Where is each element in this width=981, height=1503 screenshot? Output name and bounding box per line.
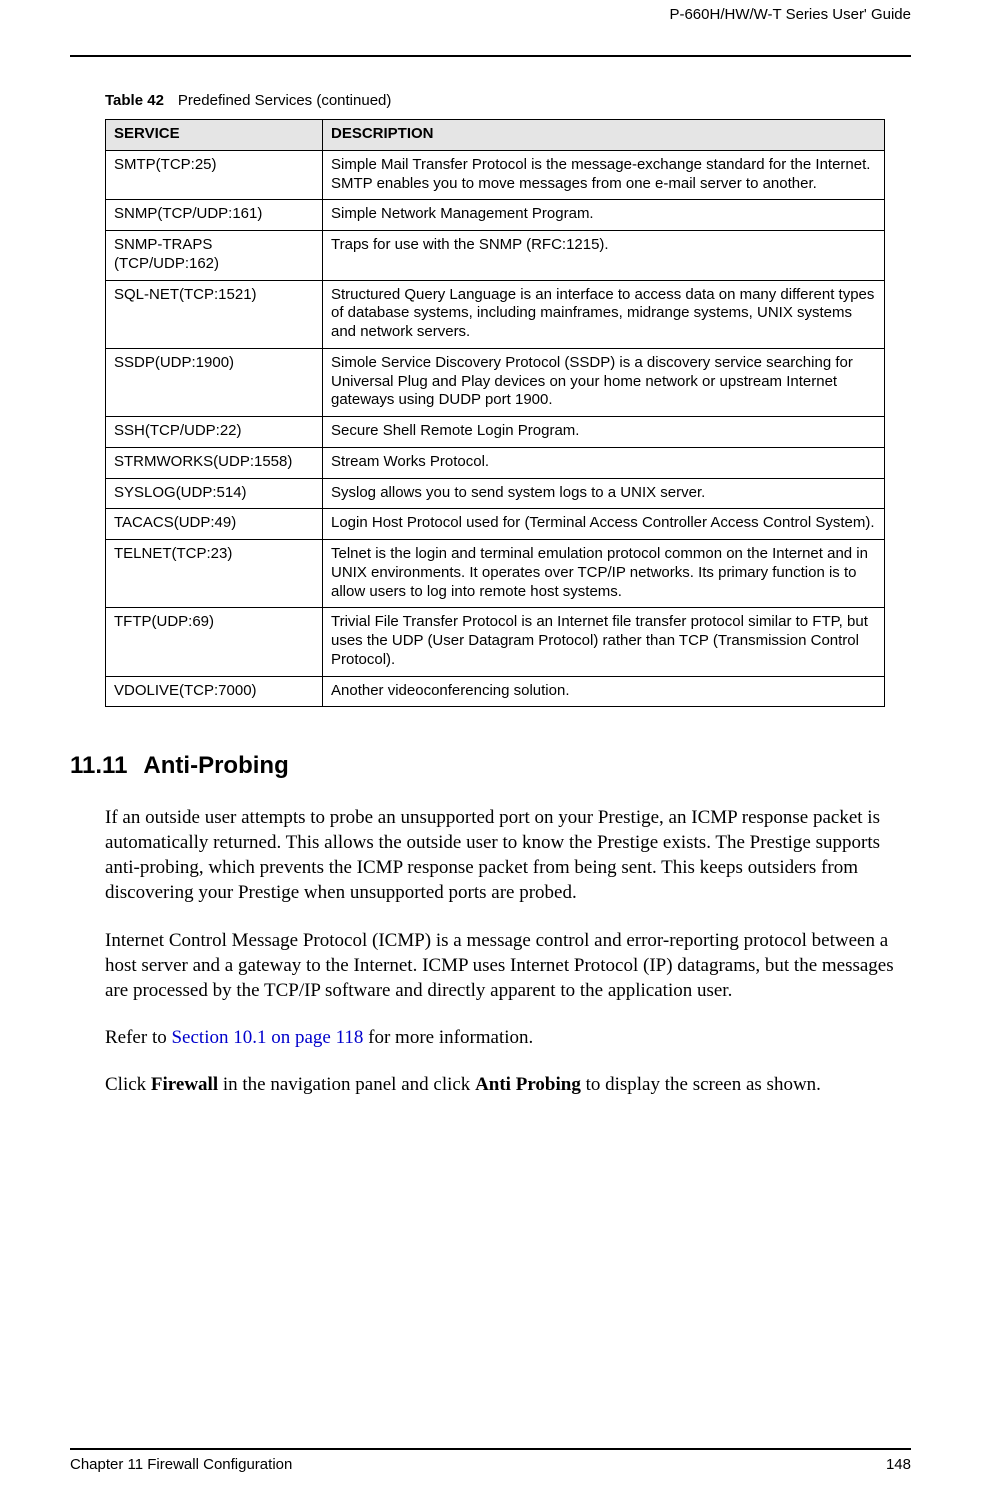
page-footer: Chapter 11 Firewall Configuration 148 (70, 1448, 911, 1473)
paragraph-1: If an outside user attempts to probe an … (105, 805, 911, 905)
cell-service: SSH(TCP/UDP:22) (106, 417, 323, 448)
bold-text: Firewall (151, 1074, 218, 1095)
table-caption-text: Predefined Services (continued) (178, 92, 391, 109)
section-title: Anti-Probing (143, 752, 288, 779)
table-header-row: SERVICE DESCRIPTION (106, 120, 885, 151)
cell-description: Trivial File Transfer Protocol is an Int… (323, 608, 885, 676)
col-header-description: DESCRIPTION (323, 120, 885, 151)
paragraph-3: Refer to Section 10.1 on page 118 for mo… (105, 1025, 911, 1050)
table-row: SNMP(TCP/UDP:161) Simple Network Managem… (106, 200, 885, 231)
cell-description: Traps for use with the SNMP (RFC:1215). (323, 231, 885, 281)
cell-service: TELNET(TCP:23) (106, 540, 323, 608)
table-row: TELNET(TCP:23) Telnet is the login and t… (106, 540, 885, 608)
cell-description: Secure Shell Remote Login Program. (323, 417, 885, 448)
cell-description: Telnet is the login and terminal emulati… (323, 540, 885, 608)
cell-service: VDOLIVE(TCP:7000) (106, 676, 323, 707)
footer-rule (70, 1448, 911, 1450)
table-row: TFTP(UDP:69) Trivial File Transfer Proto… (106, 608, 885, 676)
cell-service: SYSLOG(UDP:514) (106, 478, 323, 509)
text-fragment: for more information. (363, 1027, 533, 1048)
header-rule (70, 55, 911, 57)
table-row: SYSLOG(UDP:514) Syslog allows you to sen… (106, 478, 885, 509)
cell-service: SQL-NET(TCP:1521) (106, 280, 323, 348)
paragraph-4: Click Firewall in the navigation panel a… (105, 1072, 911, 1097)
page-container: P-660H/HW/W-T Series User' Guide Table 4… (0, 0, 981, 1503)
page-header: P-660H/HW/W-T Series User' Guide (70, 0, 911, 57)
bold-text: Anti Probing (475, 1074, 581, 1095)
text-fragment: in the navigation panel and click (218, 1074, 475, 1095)
cell-service: SMTP(TCP:25) (106, 150, 323, 200)
cell-description: Structured Query Language is an interfac… (323, 280, 885, 348)
table-row: SMTP(TCP:25) Simple Mail Transfer Protoc… (106, 150, 885, 200)
table-caption: Table 42 Predefined Services (continued) (105, 92, 911, 109)
cell-service: STRMWORKS(UDP:1558) (106, 447, 323, 478)
cell-description: Simole Service Discovery Protocol (SSDP)… (323, 348, 885, 416)
table-row: SSH(TCP/UDP:22) Secure Shell Remote Logi… (106, 417, 885, 448)
cross-reference-link[interactable]: Section 10.1 on page 118 (171, 1027, 363, 1048)
cell-description: Another videoconferencing solution. (323, 676, 885, 707)
col-header-service: SERVICE (106, 120, 323, 151)
predefined-services-table: SERVICE DESCRIPTION SMTP(TCP:25) Simple … (105, 119, 885, 707)
cell-service: SSDP(UDP:1900) (106, 348, 323, 416)
table-row: SQL-NET(TCP:1521) Structured Query Langu… (106, 280, 885, 348)
cell-service: SNMP(TCP/UDP:161) (106, 200, 323, 231)
footer-page-number: 148 (886, 1456, 911, 1473)
section-number: 11.11 (70, 752, 127, 779)
paragraph-2: Internet Control Message Protocol (ICMP)… (105, 928, 911, 1003)
cell-description: Simple Mail Transfer Protocol is the mes… (323, 150, 885, 200)
cell-description: Stream Works Protocol. (323, 447, 885, 478)
cell-service: TACACS(UDP:49) (106, 509, 323, 540)
table-row: SNMP-TRAPS (TCP/UDP:162) Traps for use w… (106, 231, 885, 281)
section-heading: 11.11 Anti-Probing (70, 752, 911, 780)
footer-row: Chapter 11 Firewall Configuration 148 (70, 1456, 911, 1473)
cell-description: Login Host Protocol used for (Terminal A… (323, 509, 885, 540)
cell-service: SNMP-TRAPS (TCP/UDP:162) (106, 231, 323, 281)
table-row: TACACS(UDP:49) Login Host Protocol used … (106, 509, 885, 540)
guide-title: P-660H/HW/W-T Series User' Guide (70, 0, 911, 27)
footer-chapter: Chapter 11 Firewall Configuration (70, 1456, 292, 1473)
text-fragment: Refer to (105, 1027, 171, 1048)
cell-description: Simple Network Management Program. (323, 200, 885, 231)
text-fragment: to display the screen as shown. (581, 1074, 821, 1095)
table-row: STRMWORKS(UDP:1558) Stream Works Protoco… (106, 447, 885, 478)
table-row: VDOLIVE(TCP:7000) Another videoconferenc… (106, 676, 885, 707)
cell-service: TFTP(UDP:69) (106, 608, 323, 676)
table-row: SSDP(UDP:1900) Simole Service Discovery … (106, 348, 885, 416)
table-label: Table 42 (105, 92, 164, 109)
cell-description: Syslog allows you to send system logs to… (323, 478, 885, 509)
text-fragment: Click (105, 1074, 151, 1095)
